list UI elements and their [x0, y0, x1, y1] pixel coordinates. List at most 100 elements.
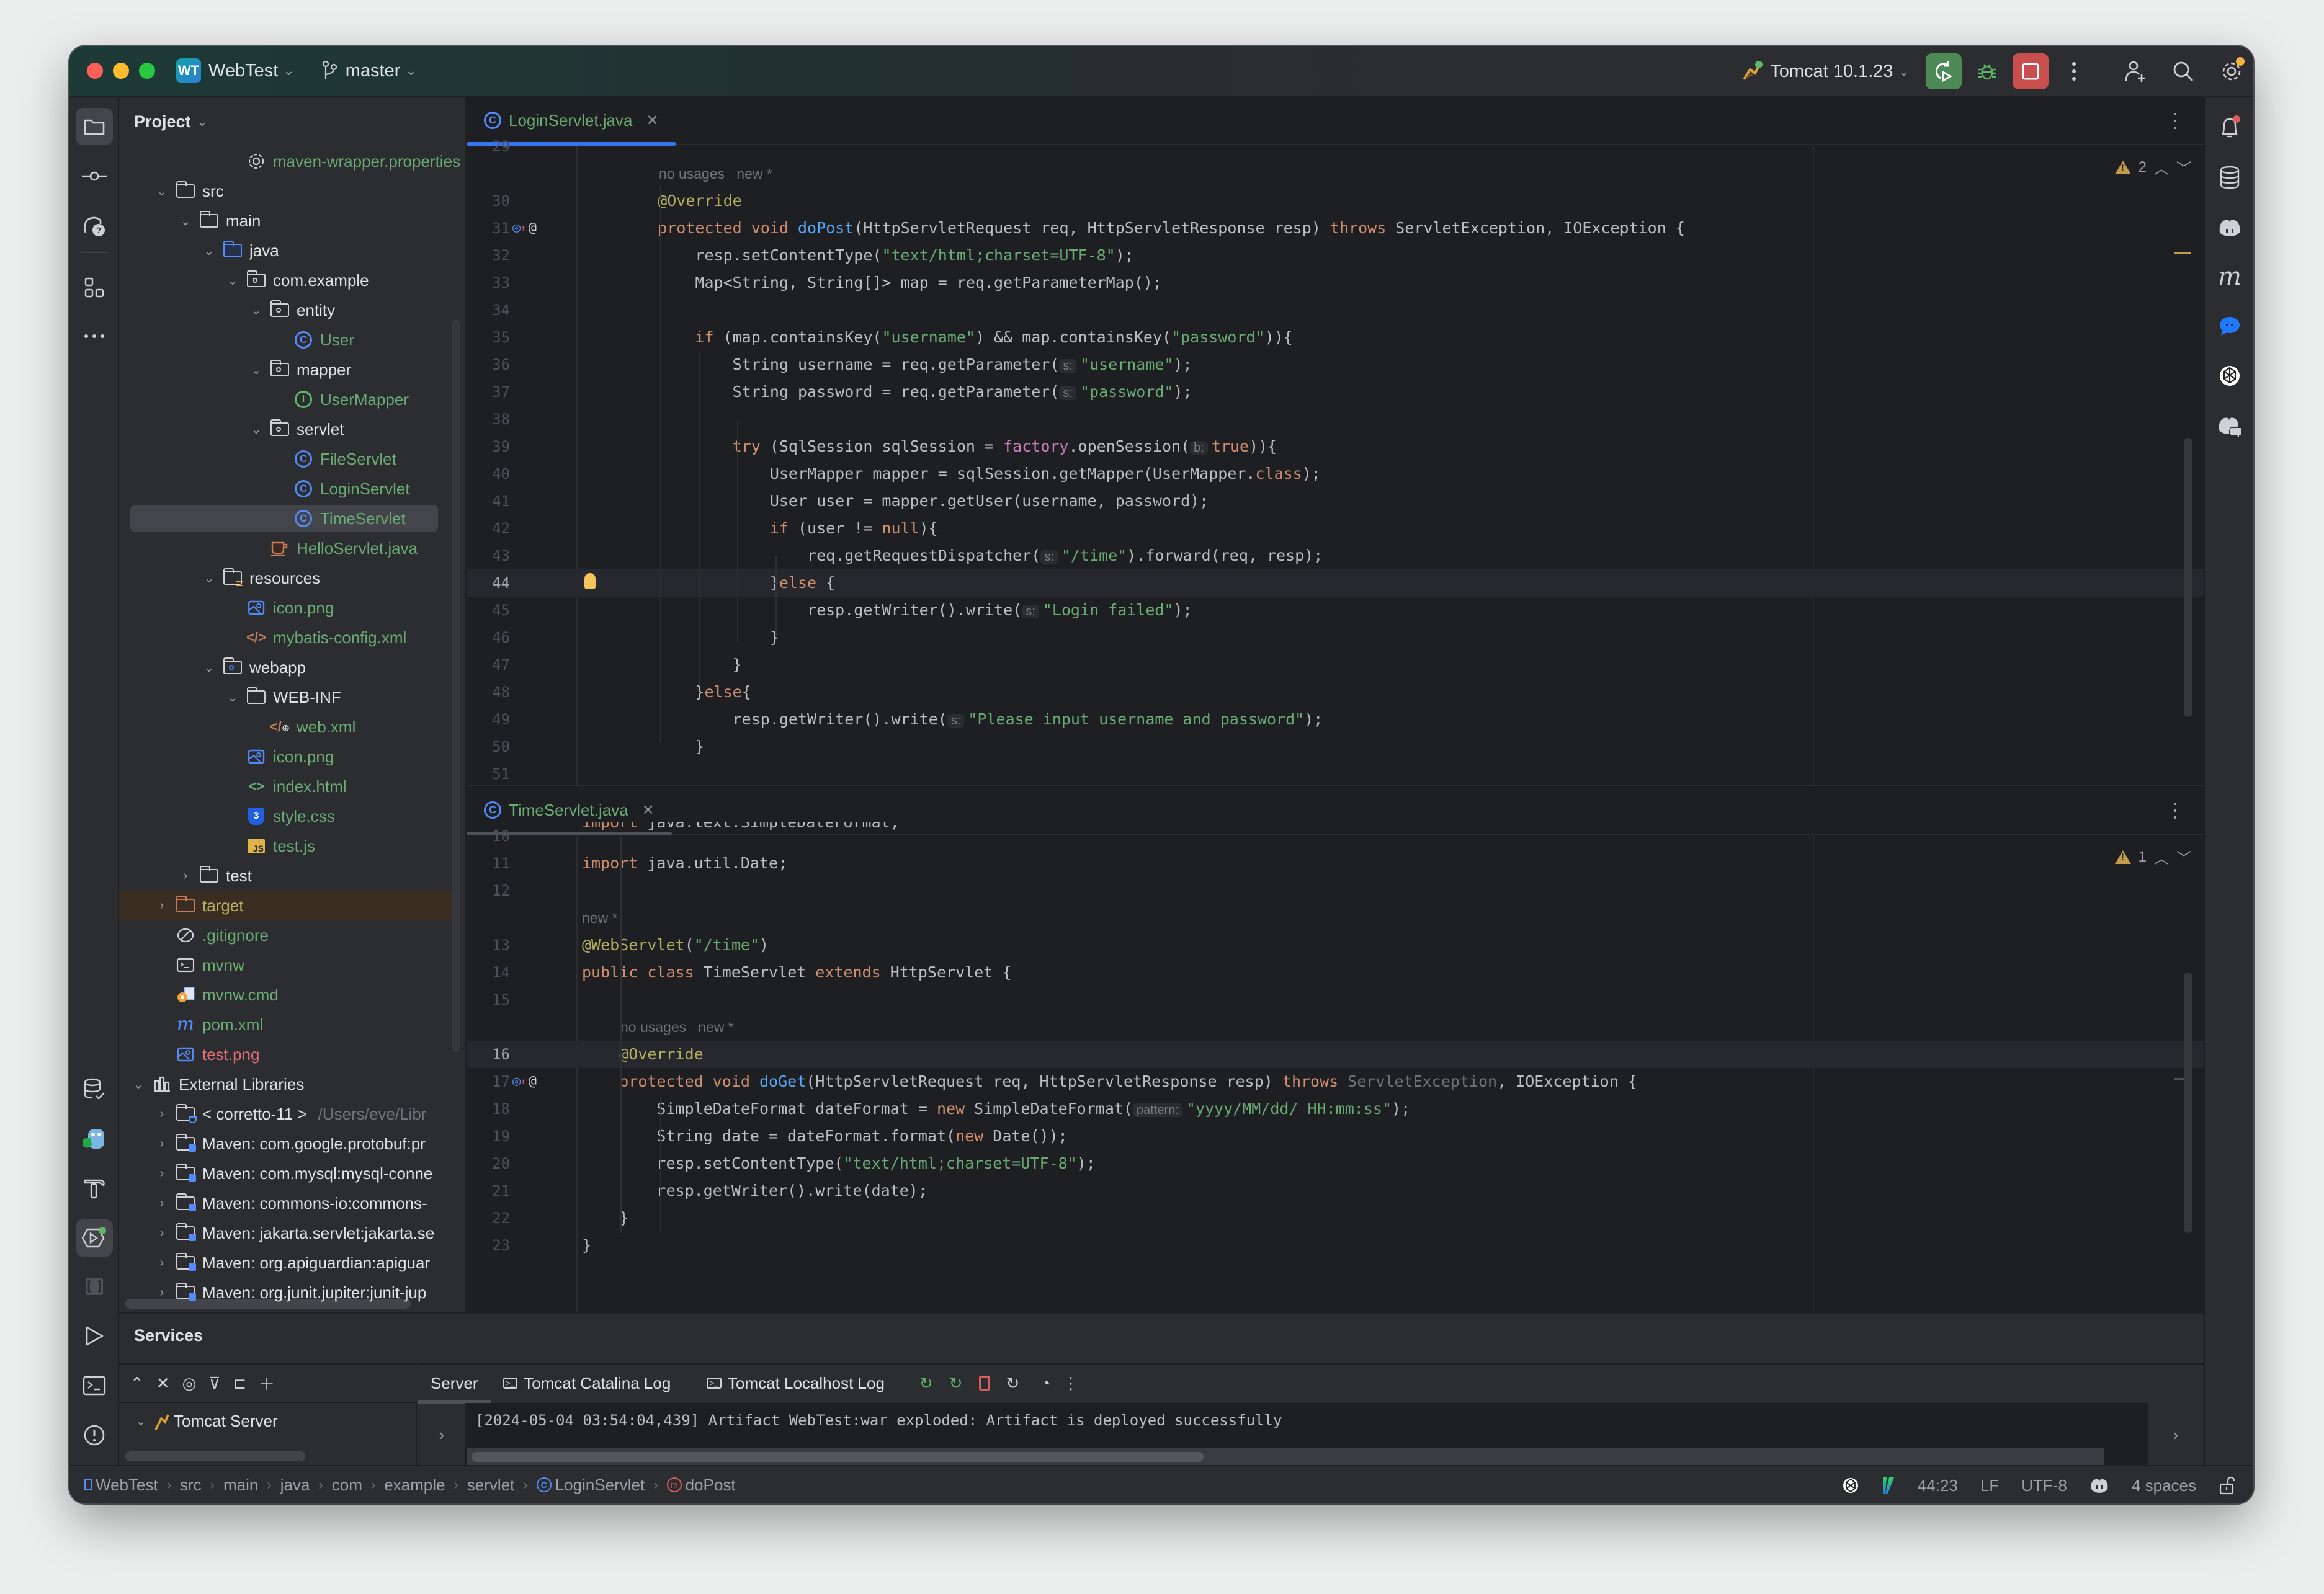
caret-position[interactable]: 44:23 — [1918, 1476, 1958, 1495]
chevron-down-icon[interactable]: ⌄ — [225, 690, 241, 705]
project-panel-header[interactable]: Project ⌄ — [119, 97, 465, 146]
openai-icon[interactable] — [1842, 1477, 1859, 1494]
frameworks-tool-button[interactable] — [76, 1268, 113, 1305]
tree-item[interactable]: ⌄ servlet — [119, 414, 465, 444]
line-number[interactable]: 42 — [467, 515, 510, 542]
breadcrumb-item[interactable]: com — [332, 1476, 362, 1495]
services-tree-scrollbar[interactable] — [125, 1451, 305, 1461]
breadcrumb-item[interactable]: WebTest — [96, 1476, 158, 1495]
problems-tool-button[interactable] — [76, 1417, 113, 1454]
maximize-window-button[interactable] — [139, 63, 155, 79]
tree-item[interactable]: icon.png — [119, 593, 465, 623]
chevron-right-icon[interactable]: › — [154, 1256, 170, 1270]
tree-item[interactable]: › Maven: com.mysql:mysql-conne — [119, 1159, 465, 1188]
line-number[interactable]: 10 — [467, 822, 510, 850]
add-user-button[interactable] — [2117, 53, 2153, 89]
show-options-icon[interactable]: ◎ — [182, 1374, 197, 1393]
inspection-widget[interactable]: 1 ︿ ﹀ — [2114, 846, 2191, 868]
tree-item[interactable]: HelloServlet.java — [119, 533, 465, 563]
more-vertical-icon[interactable]: ⋮ — [2165, 109, 2185, 131]
chevron-down-icon[interactable]: ⌄ — [248, 303, 264, 318]
code-area[interactable]: 10 import java.text.SimpleDateFormat; 11 im… — [467, 822, 2204, 1312]
tree-item[interactable]: ⌄ mapper — [119, 355, 465, 385]
line-number[interactable]: 12 — [467, 877, 510, 904]
line-number[interactable]: 22 — [467, 1204, 510, 1232]
previous-highlight-icon[interactable]: ︿ — [2154, 846, 2169, 868]
chat-assistant-button[interactable] — [2211, 308, 2248, 345]
chevron-down-icon[interactable]: ⌄ — [248, 362, 264, 378]
scrollbar-thumb[interactable] — [472, 1452, 1204, 1462]
stop-button[interactable] — [2013, 53, 2049, 89]
tree-item[interactable]: icon.png — [119, 742, 465, 772]
tree-item[interactable]: mvnw — [119, 950, 465, 980]
line-number[interactable]: 51 — [467, 760, 510, 785]
rerun-button[interactable] — [1926, 53, 1962, 89]
tree-item[interactable]: C LoginServlet — [119, 474, 465, 504]
chevron-right-icon[interactable]: › — [154, 1167, 170, 1181]
restart-icon[interactable]: ↻ — [1006, 1374, 1020, 1393]
line-number[interactable]: 11 — [467, 850, 510, 877]
chevron-right-icon[interactable]: › — [2148, 1403, 2204, 1466]
line-number[interactable]: 39 — [467, 433, 510, 460]
line-number[interactable]: 50 — [467, 733, 510, 760]
new-group-icon[interactable]: ⊏ — [233, 1374, 246, 1393]
tree-item[interactable]: C FileServlet — [119, 444, 465, 474]
overrides-method-gutter-icon[interactable]: ◎↑ @ — [512, 1068, 537, 1095]
tree-item[interactable]: › < corretto-11 > /Users/eve/Libr — [119, 1099, 465, 1129]
line-number[interactable]: 32 — [467, 242, 510, 269]
project-vertical-scrollbar[interactable] — [452, 320, 460, 1052]
chevron-right-icon[interactable]: › — [154, 1107, 170, 1121]
chevron-right-icon[interactable]: › — [154, 1226, 170, 1240]
filter-icon[interactable]: ⊽ — [208, 1374, 220, 1393]
line-number[interactable]: 21 — [467, 1177, 510, 1204]
line-number[interactable]: 43 — [467, 542, 510, 569]
breadcrumb-item[interactable]: src — [180, 1476, 202, 1495]
close-tab-icon[interactable]: ✕ — [646, 112, 658, 130]
close-window-button[interactable] — [87, 63, 103, 79]
more-vertical-icon[interactable]: ⋮ — [1063, 1374, 1079, 1393]
next-highlight-icon[interactable]: ﹀ — [2176, 156, 2191, 178]
file-encoding[interactable]: UTF-8 — [2021, 1476, 2067, 1495]
expand-console-icon[interactable]: › — [418, 1403, 467, 1466]
project-tool-button[interactable] — [76, 108, 113, 145]
tab-tomcat-catalina-log[interactable]: >_ Tomcat Catalina Log — [491, 1364, 684, 1402]
vim-icon[interactable] — [1882, 1476, 1895, 1495]
overrides-method-gutter-icon[interactable]: ◎↑ @ — [512, 215, 537, 242]
copilot-chat-button[interactable] — [2211, 407, 2248, 444]
close-tab-icon[interactable]: ✕ — [642, 801, 655, 819]
line-number[interactable]: 13 — [467, 932, 510, 959]
line-number[interactable]: 38 — [467, 406, 510, 433]
next-highlight-icon[interactable]: ﹀ — [2176, 846, 2191, 868]
chevron-right-icon[interactable]: › — [154, 1286, 170, 1300]
line-number[interactable]: 41 — [467, 488, 510, 515]
tree-item[interactable]: </> mybatis-config.xml — [119, 623, 465, 652]
services-tree-item[interactable]: ⌄ Tomcat Server — [133, 1412, 278, 1431]
tree-item[interactable]: maven-wrapper.properties — [119, 146, 465, 176]
openai-assistant-button[interactable] — [2211, 357, 2248, 394]
tree-item[interactable]: </⊕ web.xml — [119, 712, 465, 742]
stop-server-icon[interactable] — [978, 1376, 990, 1391]
copilot-help-tool-button[interactable]: ? — [76, 207, 113, 244]
chevron-right-icon[interactable]: › — [177, 869, 194, 883]
tree-item[interactable]: ⌄ entity — [119, 295, 465, 325]
chevron-right-icon[interactable]: › — [154, 899, 170, 913]
line-number[interactable]: 14 — [467, 959, 510, 986]
editor-vertical-scrollbar[interactable] — [2184, 438, 2192, 717]
line-number[interactable]: 23 — [467, 1232, 510, 1259]
notifications-button[interactable] — [2211, 109, 2248, 146]
chevron-down-icon[interactable]: ⌄ — [225, 273, 241, 288]
chevron-right-icon[interactable]: › — [154, 1196, 170, 1211]
database-button[interactable] — [2211, 159, 2248, 196]
commit-tool-button[interactable] — [76, 158, 113, 195]
update-running-app-icon[interactable]: ↻ — [919, 1374, 933, 1393]
tree-item[interactable]: JS test.js — [119, 831, 465, 861]
redeploy-icon[interactable]: ↻ — [949, 1374, 963, 1393]
line-number[interactable]: 47 — [467, 651, 510, 679]
line-ending[interactable]: LF — [1980, 1476, 1999, 1495]
tree-item[interactable]: › target — [119, 891, 465, 920]
unlock-icon[interactable] — [2219, 1476, 2235, 1495]
line-number[interactable]: 35 — [467, 324, 510, 351]
line-number[interactable]: 49 — [467, 706, 510, 733]
lightbulb-icon[interactable] — [584, 573, 596, 589]
line-number[interactable]: 40 — [467, 460, 510, 488]
